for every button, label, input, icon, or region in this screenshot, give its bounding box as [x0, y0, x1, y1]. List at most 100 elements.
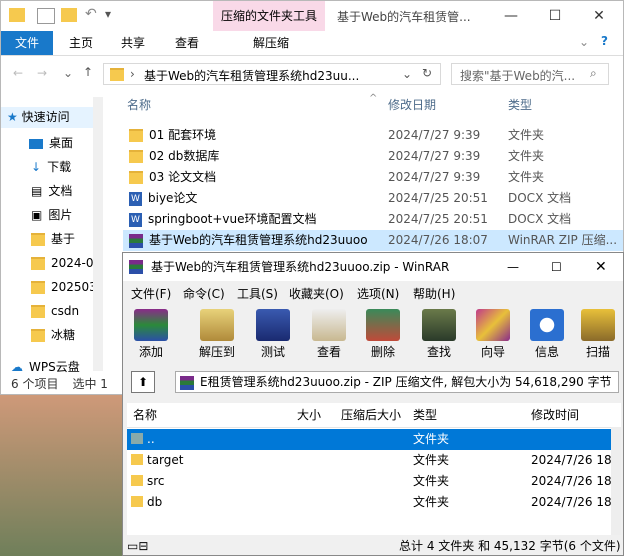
chevron-down-icon[interactable]: ⌄	[402, 67, 412, 81]
winrar-window: 基于Web的汽车租赁管理系统hd23uuoo.zip - WinRAR — ☐ …	[122, 252, 624, 556]
archive-item-type: 文件夹	[413, 453, 450, 467]
file-type: 文件夹	[508, 128, 545, 142]
binoculars-icon	[422, 309, 456, 341]
tab-extract[interactable]: 解压缩	[243, 31, 299, 55]
address-bar[interactable]: › 基于Web的汽车租赁管理系统hd23uu... ⌄ ↻	[103, 63, 441, 85]
archive-row[interactable]: src 文件夹 2024/7/26 18	[127, 471, 612, 492]
archive-item-name: src	[147, 474, 165, 488]
archive-row[interactable]: db 文件夹 2024/7/26 18	[127, 492, 612, 513]
wizard-button[interactable]: 向导	[469, 307, 517, 365]
tab-home[interactable]: 主页	[61, 31, 101, 55]
archive-item-type: 文件夹	[413, 495, 450, 509]
test-icon	[256, 309, 290, 341]
up-folder-icon[interactable]: ⬆	[131, 371, 155, 393]
search-icon[interactable]: ⌕	[590, 66, 597, 81]
cloud-icon: ☁	[11, 360, 23, 374]
star-icon: ★	[7, 110, 18, 124]
archive-path-field[interactable]: E租赁管理系统hd23uuoo.zip - ZIP 压缩文件, 解包大小为 54…	[175, 371, 619, 393]
file-row[interactable]: 基于Web的汽车租赁管理系统hd23uuoo 2024/7/26 18:07 Win…	[123, 230, 623, 251]
menu-favorites[interactable]: 收藏夹(O)	[289, 283, 344, 305]
folder-icon	[9, 8, 25, 22]
archive-list-scrollbar[interactable]	[611, 427, 621, 535]
scan-button[interactable]: 扫描	[575, 307, 621, 365]
picture-icon: ▣	[31, 208, 43, 222]
archive-row[interactable]: target 文件夹 2024/7/26 18	[127, 450, 612, 471]
file-row[interactable]: 02 db数据库 2024/7/27 9:39 文件夹	[123, 146, 623, 167]
help-icon[interactable]: ?	[601, 34, 608, 48]
test-button[interactable]: 测试	[249, 307, 297, 365]
chevron-down-icon[interactable]: ⌄	[579, 35, 589, 49]
recent-icon[interactable]: ⌄	[63, 66, 73, 80]
file-row[interactable]: Wspringboot+vue环境配置文档 2024/7/25 20:51 DOCX…	[123, 209, 623, 230]
sidebar-item-quick-access[interactable]: ★ 快速访问	[1, 107, 101, 128]
search-input[interactable]: 搜索"基于Web的汽... ⌕	[451, 63, 609, 85]
column-modified[interactable]: 修改时间	[531, 403, 579, 427]
info-button[interactable]: 信息	[523, 307, 571, 365]
file-type: DOCX 文档	[508, 191, 572, 205]
up-icon[interactable]: ↑	[83, 65, 93, 79]
minimize-button[interactable]: —	[489, 3, 533, 29]
menu-options[interactable]: 选项(N)	[357, 283, 399, 305]
column-type[interactable]: 类型	[508, 93, 608, 117]
sidebar-item-folder[interactable]: 基于	[1, 229, 93, 250]
tab-share[interactable]: 共享	[113, 31, 153, 55]
menu-help[interactable]: 帮助(H)	[413, 283, 455, 305]
close-button[interactable]: ✕	[577, 3, 621, 29]
view-button[interactable]: 查看	[305, 307, 353, 365]
file-date: 2024/7/27 9:39	[388, 128, 481, 142]
back-icon[interactable]: ←	[13, 66, 23, 80]
menu-command[interactable]: 命令(C)	[183, 283, 225, 305]
sidebar-item-desktop[interactable]: 桌面	[1, 133, 93, 154]
file-row[interactable]: 03 论文文档 2024/7/27 9:39 文件夹	[123, 167, 623, 188]
sidebar-item-folder[interactable]: 冰糖	[1, 325, 93, 346]
winrar-archive-icon	[129, 233, 143, 248]
close-button[interactable]: ✕	[595, 253, 607, 281]
delete-button[interactable]: 删除	[359, 307, 407, 365]
folder-icon	[131, 496, 143, 507]
folder-icon	[31, 257, 45, 270]
sidebar-item-folder[interactable]: csdn	[1, 301, 93, 322]
properties-icon[interactable]	[37, 8, 55, 24]
tab-file[interactable]: 文件	[1, 31, 53, 55]
menu-file[interactable]: 文件(F)	[131, 283, 171, 305]
minimize-button[interactable]: —	[507, 253, 519, 281]
menu-tools[interactable]: 工具(S)	[237, 283, 278, 305]
status-text: 总计 4 文件夹 和 45,132 字节(6 个文件)	[399, 539, 621, 553]
chevron-down-icon[interactable]: ▾	[105, 7, 111, 21]
column-type[interactable]: 类型	[413, 403, 437, 427]
archive-item-name: ..	[147, 432, 155, 446]
winrar-address-bar: ⬆ E租赁管理系统hd23uuoo.zip - ZIP 压缩文件, 解包大小为 …	[123, 369, 623, 395]
column-name[interactable]: 名称	[127, 93, 377, 117]
file-date: 2024/7/25 20:51	[388, 191, 488, 205]
column-size[interactable]: 大小	[297, 403, 321, 427]
archive-item-date: 2024/7/26 18	[531, 474, 612, 488]
archive-row[interactable]: .. 文件夹	[127, 429, 611, 450]
explorer-titlebar: ↶ ▾ 压缩的文件夹工具 基于Web的汽车租赁管... — ☐ ✕	[1, 1, 623, 31]
file-row[interactable]: 01 配套环境 2024/7/27 9:39 文件夹	[123, 125, 623, 146]
context-tab[interactable]: 压缩的文件夹工具	[213, 1, 325, 31]
sidebar-item-downloads[interactable]: ↓ 下载	[1, 157, 93, 178]
forward-icon[interactable]: →	[37, 66, 47, 80]
chevron-right-icon: ›	[130, 67, 135, 81]
add-button[interactable]: 添加	[127, 307, 175, 365]
column-name[interactable]: 名称	[133, 403, 157, 427]
sidebar-item-documents[interactable]: ▤ 文档	[1, 181, 93, 202]
sidebar-item-folder[interactable]: 202503	[1, 277, 93, 298]
find-button[interactable]: 查找	[415, 307, 463, 365]
tab-view[interactable]: 查看	[167, 31, 207, 55]
undo-icon[interactable]: ↶	[85, 6, 97, 22]
column-packed-size[interactable]: 压缩后大小	[341, 403, 401, 427]
maximize-button[interactable]: ☐	[551, 253, 562, 281]
column-date[interactable]: 修改日期	[388, 93, 498, 117]
sidebar-scrollbar[interactable]	[93, 97, 103, 371]
sidebar-item-pictures[interactable]: ▣ 图片	[1, 205, 93, 226]
refresh-icon[interactable]: ↻	[422, 66, 432, 80]
maximize-button[interactable]: ☐	[533, 3, 577, 29]
sidebar-item-folder[interactable]: 2024-0	[1, 253, 93, 274]
file-row[interactable]: Wbiye论文 2024/7/25 20:51 DOCX 文档	[123, 188, 623, 209]
extract-to-button[interactable]: 解压到	[193, 307, 241, 365]
winrar-toolbar: 添加 解压到 测试 查看 删除 查找 向导 信息 扫描	[123, 307, 623, 365]
folder-icon	[131, 454, 143, 465]
wizard-icon	[476, 309, 510, 341]
new-folder-icon[interactable]	[61, 8, 77, 22]
